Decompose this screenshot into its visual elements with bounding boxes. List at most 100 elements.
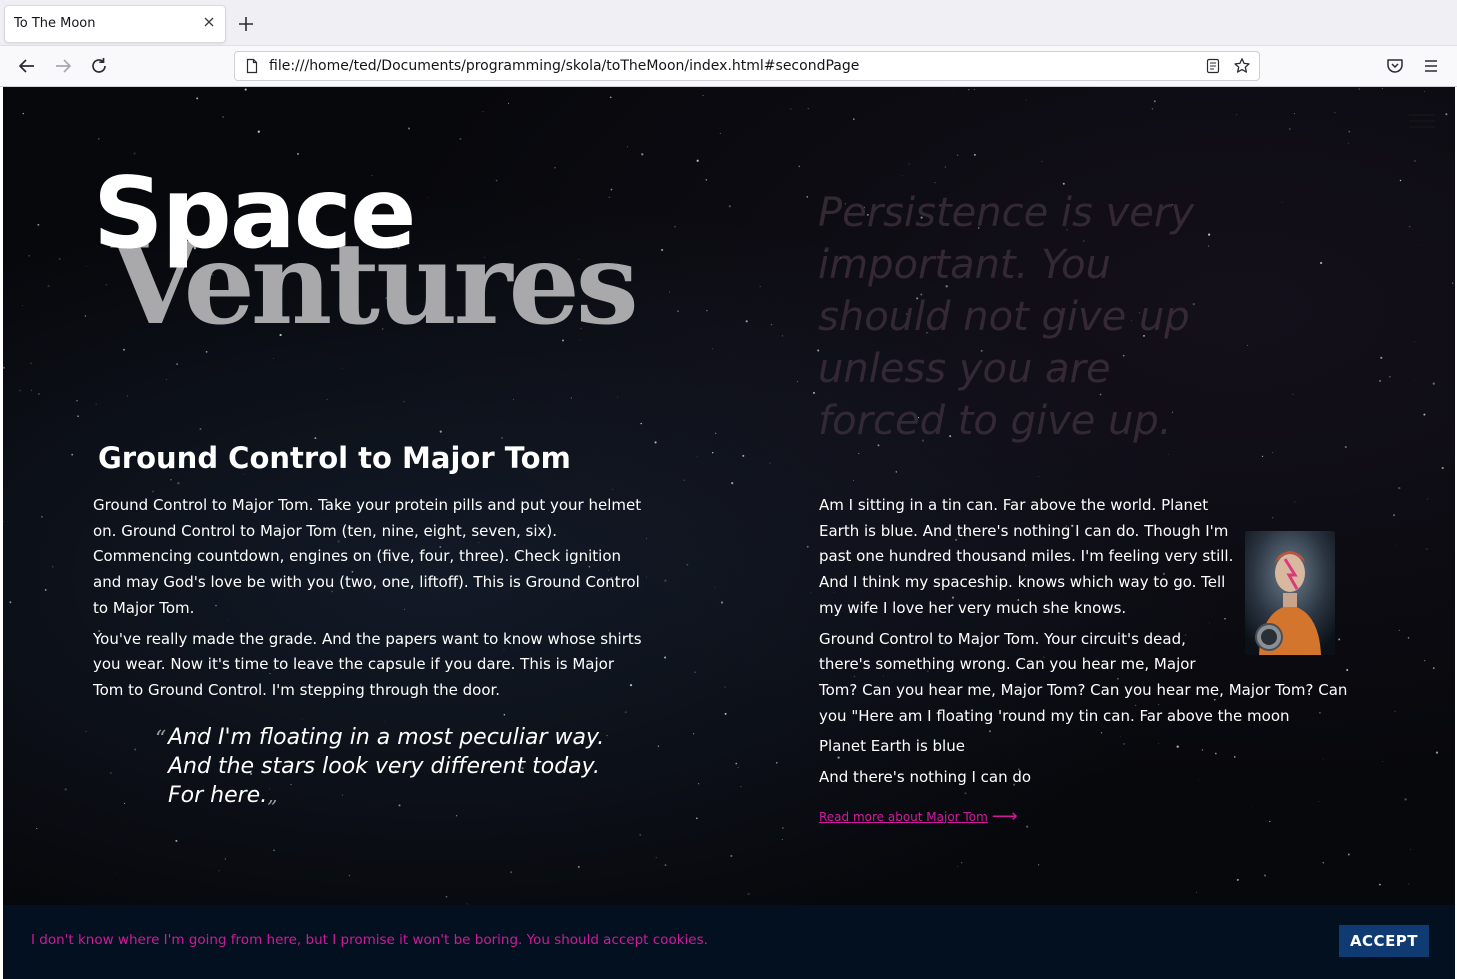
back-arrow-icon[interactable]: [16, 55, 38, 77]
star: [205, 351, 208, 353]
star: [712, 348, 713, 350]
star: [403, 401, 405, 403]
star: [895, 471, 898, 473]
star: [1432, 382, 1435, 385]
star: [974, 154, 976, 156]
star: [1293, 113, 1296, 115]
left-paragraph: You've really made the grade. And the pa…: [93, 629, 642, 699]
star: [3, 366, 5, 369]
star: [513, 398, 515, 400]
hamburger-menu-icon[interactable]: [1421, 56, 1441, 76]
star: [1380, 356, 1383, 359]
star: [745, 320, 748, 323]
star: [196, 97, 199, 100]
star: [796, 381, 798, 383]
star: [296, 152, 300, 155]
persistence-quote: Persistence is very important. You shoul…: [818, 190, 1194, 444]
star: [1151, 108, 1154, 110]
accept-cookies-button[interactable]: ACCEPT: [1339, 925, 1429, 957]
quote-line: And the stars look very different today.: [168, 754, 600, 779]
star: [1319, 261, 1323, 265]
star: [719, 132, 721, 134]
star: [510, 871, 513, 874]
star: [608, 196, 610, 198]
star: [640, 422, 642, 425]
right-paragraph: Planet Earth is blue: [819, 737, 965, 756]
star: [22, 305, 23, 307]
browser-tab[interactable]: To The Moon: [4, 5, 226, 43]
read-more-link[interactable]: Read more about Major Tom ⟶: [819, 804, 1018, 831]
star: [199, 427, 202, 431]
star: [341, 367, 343, 369]
star: [36, 827, 38, 829]
star: [84, 315, 87, 317]
star: [1037, 476, 1039, 478]
star: [408, 127, 410, 130]
address-bar[interactable]: file:///home/ted/Documents/programming/s…: [234, 51, 1260, 81]
star: [30, 362, 32, 365]
star: [790, 108, 792, 110]
star: [1389, 376, 1391, 378]
star: [612, 488, 614, 491]
new-tab-icon[interactable]: [236, 14, 256, 34]
bookmark-star-icon[interactable]: [1233, 57, 1251, 75]
pocket-icon[interactable]: [1385, 56, 1405, 76]
star: [495, 179, 498, 182]
star: [1236, 878, 1239, 881]
star: [711, 451, 714, 454]
star: [1168, 454, 1169, 455]
left-paragraph: Ground Control to Major Tom. Take your p…: [93, 496, 642, 617]
star: [610, 188, 613, 191]
star: [1037, 864, 1040, 866]
star: [427, 196, 429, 198]
star: [554, 166, 556, 169]
page-viewport: Ventures Space Persistence is very impor…: [3, 87, 1455, 979]
star: [1271, 451, 1273, 453]
star: [813, 391, 815, 394]
star: [126, 395, 128, 397]
star: [1281, 201, 1283, 203]
star: [77, 415, 79, 417]
star: [624, 711, 627, 714]
star: [702, 94, 704, 96]
star: [1414, 341, 1416, 343]
forward-arrow-icon[interactable]: [52, 55, 74, 77]
star: [1322, 861, 1325, 864]
star: [95, 403, 97, 405]
navigation-toolbar: file:///home/ted/Documents/programming/s…: [0, 46, 1457, 87]
star: [655, 856, 657, 859]
star: [952, 93, 954, 95]
read-more-label: Read more about Major Tom: [819, 809, 988, 824]
right-column: Am I sitting in a tin can. Far above the…: [819, 493, 1349, 830]
star: [1413, 159, 1417, 163]
star: [639, 834, 641, 836]
star: [257, 130, 260, 133]
star: [641, 153, 644, 156]
star: [664, 656, 667, 659]
star: [1427, 498, 1428, 500]
quote-close-mark: „: [267, 783, 278, 807]
star: [735, 762, 738, 765]
site-menu-icon[interactable]: [1407, 111, 1437, 131]
star: [218, 870, 220, 872]
star: [781, 826, 784, 830]
star: [1025, 99, 1027, 101]
star: [176, 363, 178, 365]
star: [968, 88, 970, 91]
reload-icon[interactable]: [88, 55, 110, 77]
star: [1347, 853, 1350, 856]
close-tab-icon[interactable]: [202, 15, 216, 29]
star: [71, 453, 74, 456]
url-text[interactable]: file:///home/ted/Documents/programming/s…: [269, 58, 859, 74]
star: [781, 335, 784, 337]
star: [76, 400, 78, 402]
star: [30, 389, 32, 391]
star: [853, 118, 855, 120]
star: [747, 892, 750, 896]
reader-view-icon[interactable]: [1205, 58, 1221, 74]
quote-line: For here.: [168, 783, 268, 808]
star: [1394, 710, 1396, 712]
star: [1379, 883, 1381, 886]
star: [51, 565, 54, 568]
star: [1441, 466, 1444, 470]
